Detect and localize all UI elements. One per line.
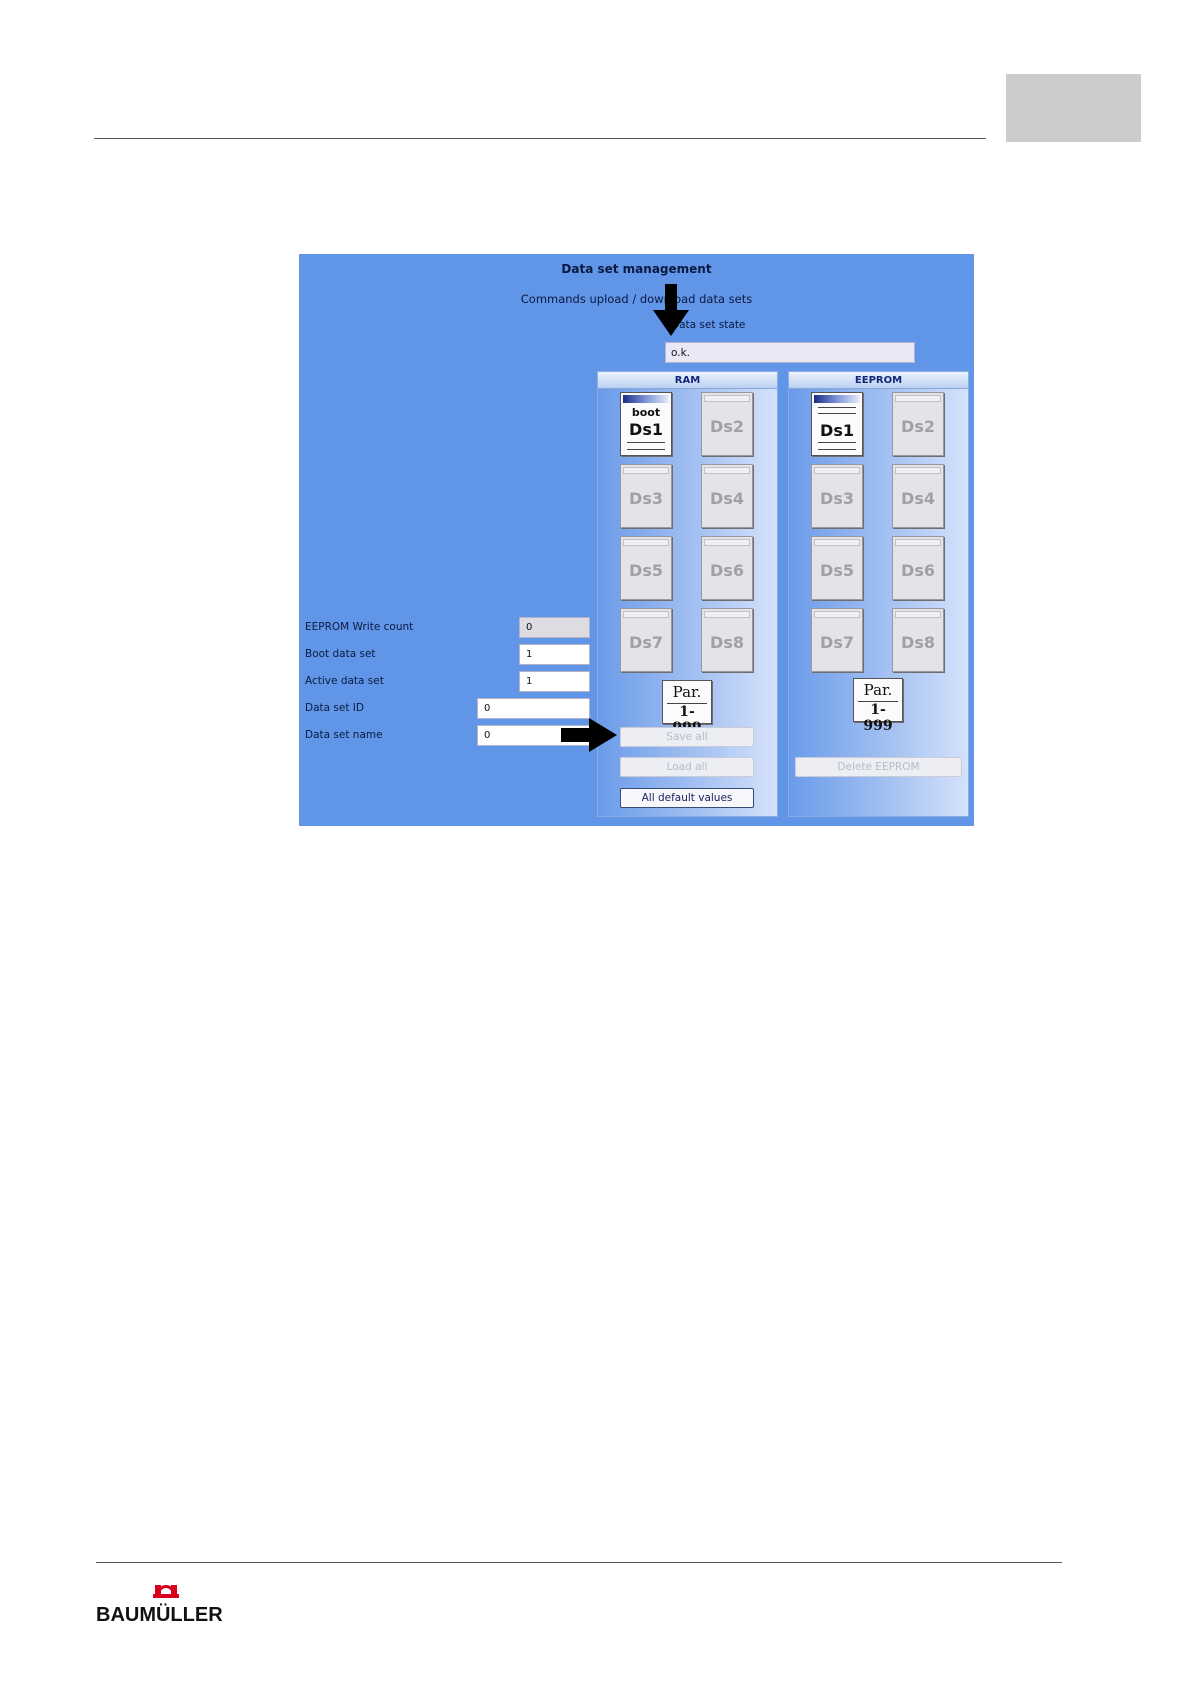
arrow-right-icon: [561, 718, 617, 752]
eeprom-ds1-button[interactable]: Ds1: [811, 392, 863, 456]
active-data-set-field[interactable]: 1: [519, 671, 590, 692]
boot-data-set-field[interactable]: 1: [519, 644, 590, 665]
ram-ds2-button[interactable]: Ds2: [701, 392, 753, 456]
eeprom-ds4-button[interactable]: Ds4: [892, 464, 944, 528]
eeprom-ds7-label: Ds7: [820, 633, 854, 652]
eeprom-ds3-button[interactable]: Ds3: [811, 464, 863, 528]
dialog-title: Data set management: [561, 262, 712, 276]
eeprom-header: EEPROM: [789, 372, 968, 389]
eeprom-parameter-button[interactable]: Par. 1-999: [853, 678, 903, 734]
ram-parameter-button[interactable]: Par. 1-999: [662, 680, 712, 736]
arrow-down-icon: [653, 284, 689, 336]
load-all-button[interactable]: Load all: [620, 757, 754, 777]
boot-data-set-label: Boot data set: [305, 648, 376, 660]
data-set-id-field[interactable]: 0: [477, 698, 590, 719]
data-set-management-panel: Data set management Commands upload / do…: [299, 254, 974, 826]
ram-ds8-button[interactable]: Ds8: [701, 608, 753, 672]
data-set-state-field: o.k.: [665, 342, 915, 363]
data-set-id-label: Data set ID: [305, 702, 364, 714]
eeprom-ds2-button[interactable]: Ds2: [892, 392, 944, 456]
eeprom-par-line1: Par.: [863, 681, 893, 699]
eeprom-write-count-field: 0: [519, 617, 590, 638]
eeprom-ds2-label: Ds2: [901, 417, 935, 436]
eeprom-par-line2: 1-999: [858, 701, 898, 734]
ram-ds8-label: Ds8: [710, 633, 744, 652]
logo-text: BAUMÜLLER: [96, 1603, 223, 1626]
ram-ds3-label: Ds3: [629, 489, 663, 508]
eeprom-ds5-button[interactable]: Ds5: [811, 536, 863, 600]
delete-eeprom-button[interactable]: Delete EEPROM: [795, 757, 962, 777]
eeprom-ds6-button[interactable]: Ds6: [892, 536, 944, 600]
ram-ds1-button[interactable]: boot Ds1: [620, 392, 672, 456]
active-data-set-label: Active data set: [305, 675, 384, 687]
ram-header: RAM: [598, 372, 777, 389]
ram-ds3-button[interactable]: Ds3: [620, 464, 672, 528]
save-all-button[interactable]: Save all: [620, 727, 754, 747]
data-set-name-label: Data set name: [305, 729, 383, 741]
ram-ds1-label: Ds1: [629, 420, 663, 439]
document-lines-icon: [818, 407, 856, 414]
eeprom-ds4-label: Ds4: [901, 489, 935, 508]
ram-ds4-button[interactable]: Ds4: [701, 464, 753, 528]
ram-ds6-button[interactable]: Ds6: [701, 536, 753, 600]
eeprom-group: EEPROM Ds1 Ds2 Ds3 Ds4 Ds5 Ds6 Ds7 Ds8 P…: [788, 371, 969, 817]
document-lines-icon: [818, 442, 856, 450]
chapter-tab: [1006, 74, 1141, 142]
eeprom-ds8-label: Ds8: [901, 633, 935, 652]
header-rule: [94, 138, 986, 139]
baumuller-logo: BAUMÜLLER: [96, 1585, 223, 1626]
boot-tag: boot: [631, 406, 661, 419]
ram-ds2-label: Ds2: [710, 417, 744, 436]
eeprom-ds8-button[interactable]: Ds8: [892, 608, 944, 672]
eeprom-write-count-label: EEPROM Write count: [305, 621, 414, 633]
eeprom-ds7-button[interactable]: Ds7: [811, 608, 863, 672]
dialog-subtitle: Commands upload / download data sets: [520, 292, 753, 306]
ram-ds7-button[interactable]: Ds7: [620, 608, 672, 672]
eeprom-ds6-label: Ds6: [901, 561, 935, 580]
ram-group: RAM boot Ds1 Ds2 Ds3 Ds4 Ds5 Ds6 Ds7 Ds8…: [597, 371, 778, 817]
ram-ds4-label: Ds4: [710, 489, 744, 508]
eeprom-ds1-label: Ds1: [820, 421, 854, 440]
ram-par-line1: Par.: [672, 683, 702, 701]
ram-ds6-label: Ds6: [710, 561, 744, 580]
eeprom-ds5-label: Ds5: [820, 561, 854, 580]
eeprom-ds3-label: Ds3: [820, 489, 854, 508]
all-default-values-button[interactable]: All default values: [620, 788, 754, 808]
ram-ds7-label: Ds7: [629, 633, 663, 652]
document-lines-icon: [627, 442, 665, 450]
ram-ds5-button[interactable]: Ds5: [620, 536, 672, 600]
ram-ds5-label: Ds5: [629, 561, 663, 580]
footer-rule: [96, 1562, 1062, 1563]
